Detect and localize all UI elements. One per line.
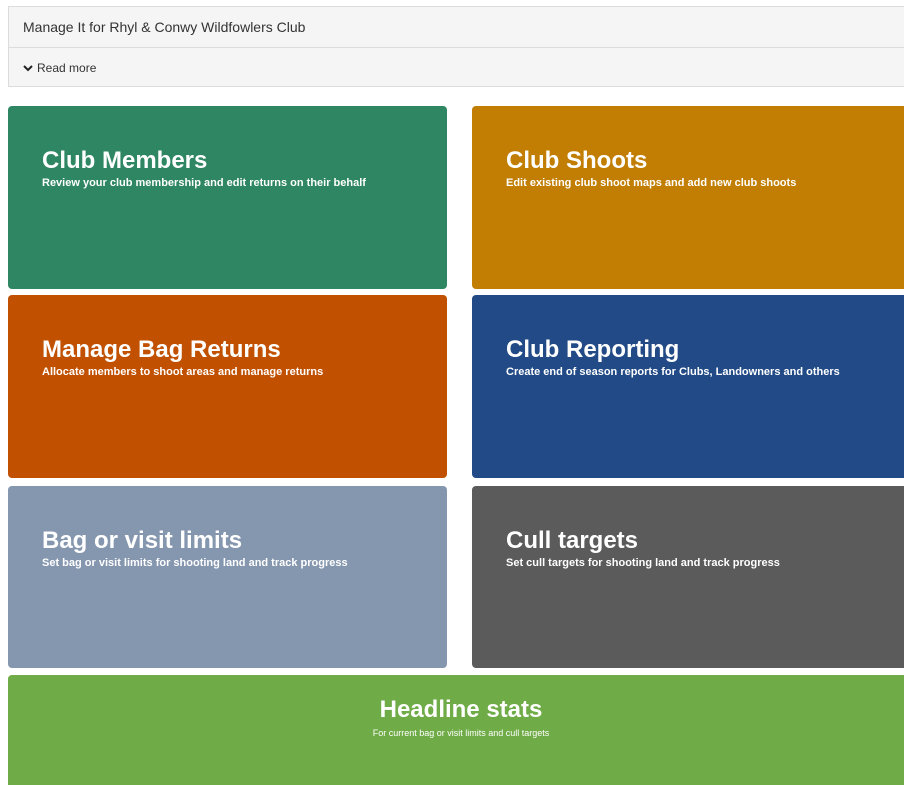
tile-description: Allocate members to shoot areas and mana… [42, 366, 324, 378]
cull-targets-tile[interactable]: Cull targets Set cull targets for shooti… [472, 486, 904, 668]
tile-description: For current bag or visit limits and cull… [372, 728, 550, 738]
tile-title: Cull targets [506, 527, 639, 554]
chevron-down-icon [23, 65, 33, 72]
tile-title: Headline stats [379, 696, 543, 723]
manage-bag-returns-tile[interactable]: Manage Bag Returns Allocate members to s… [8, 295, 447, 478]
tile-title: Club Members [42, 147, 208, 174]
tile-title: Club Reporting [506, 336, 680, 363]
tile-description: Set cull targets for shooting land and t… [506, 557, 780, 569]
tile-title: Bag or visit limits [42, 527, 243, 554]
tile-description: Create end of season reports for Clubs, … [506, 366, 840, 378]
club-info-panel: Manage It for Rhyl & Conwy Wildfowlers C… [8, 6, 904, 87]
tile-title: Club Shoots [506, 147, 648, 174]
club-reporting-tile[interactable]: Club Reporting Create end of season repo… [472, 295, 904, 478]
tile-description: Set bag or visit limits for shooting lan… [42, 557, 348, 569]
tile-description: Review your club membership and edit ret… [42, 177, 366, 189]
club-shoots-tile[interactable]: Club Shoots Edit existing club shoot map… [472, 106, 904, 289]
read-more-label: Read more [37, 61, 97, 75]
club-members-tile[interactable]: Club Members Review your club membership… [8, 106, 447, 289]
read-more-toggle[interactable]: Read more [9, 48, 904, 88]
headline-stats-tile[interactable]: Headline stats For current bag or visit … [8, 675, 904, 785]
page-title: Manage It for Rhyl & Conwy Wildfowlers C… [9, 7, 904, 48]
tile-title: Manage Bag Returns [42, 336, 281, 363]
tile-description: Edit existing club shoot maps and add ne… [506, 177, 797, 189]
bag-or-visit-limits-tile[interactable]: Bag or visit limits Set bag or visit lim… [8, 486, 447, 668]
